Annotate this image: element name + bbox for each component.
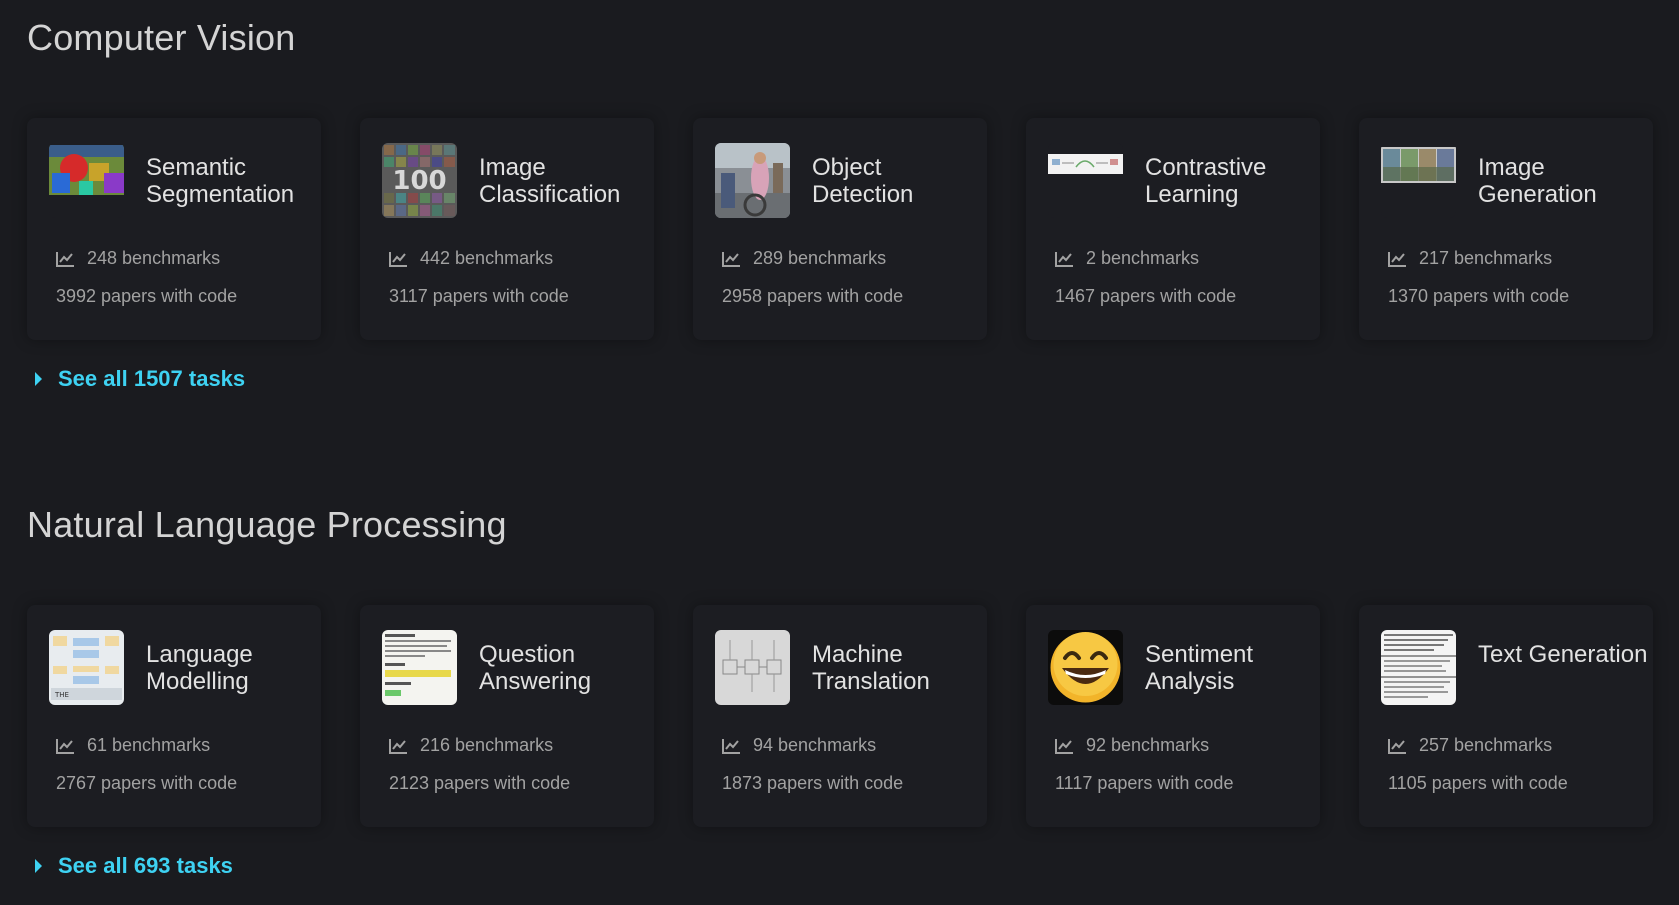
line-chart-icon xyxy=(389,738,407,754)
see-all-label[interactable]: See all 1507 tasks xyxy=(58,366,245,392)
papers-count: 2123 papers with code xyxy=(389,773,571,793)
task-thumbnail xyxy=(382,630,457,705)
task-thumbnail xyxy=(49,143,124,218)
papers-count: 2958 papers with code xyxy=(722,286,904,306)
task-title[interactable]: Object Detection xyxy=(812,154,982,208)
task-title[interactable]: Machine Translation xyxy=(812,641,982,695)
line-chart-icon xyxy=(56,738,74,754)
papers-count: 1467 papers with code xyxy=(1055,286,1237,306)
see-all-tasks-link[interactable]: See all 1507 tasks xyxy=(35,366,245,392)
line-chart-icon xyxy=(56,251,74,267)
line-chart-icon xyxy=(1388,738,1406,754)
line-chart-icon xyxy=(1388,251,1406,267)
task-title[interactable]: Sentiment Analysis xyxy=(1145,641,1315,695)
task-card-semantic-segmentation[interactable]: Semantic Segmentation 248 benchmarks 399… xyxy=(27,118,321,340)
task-title[interactable]: Question Answering xyxy=(479,641,649,695)
task-thumbnail xyxy=(1381,630,1456,705)
caret-right-icon xyxy=(35,372,42,386)
benchmarks-stat: 289 benchmarks xyxy=(722,248,886,269)
task-card-language-modelling[interactable]: THE Language Modelling 61 benchmarks 276… xyxy=(27,605,321,827)
line-chart-icon xyxy=(389,251,407,267)
benchmarks-count: 216 benchmarks xyxy=(420,735,554,755)
task-thumbnail: THE xyxy=(49,630,124,705)
line-chart-icon xyxy=(1055,738,1073,754)
benchmarks-stat: 442 benchmarks xyxy=(389,248,553,269)
benchmarks-count: 92 benchmarks xyxy=(1086,735,1210,755)
task-thumbnail xyxy=(1048,143,1123,218)
benchmarks-stat: 248 benchmarks xyxy=(56,248,220,269)
task-title[interactable]: Semantic Segmentation xyxy=(146,154,316,208)
line-chart-icon xyxy=(1055,251,1073,267)
benchmarks-stat: 216 benchmarks xyxy=(389,735,553,756)
task-card-text-generation[interactable]: Text Generation 257 benchmarks 1105 pape… xyxy=(1359,605,1653,827)
papers-count: 1873 papers with code xyxy=(722,773,904,793)
see-all-label[interactable]: See all 693 tasks xyxy=(58,853,233,879)
task-title[interactable]: Contrastive Learning xyxy=(1145,154,1315,208)
benchmarks-stat: 94 benchmarks xyxy=(722,735,876,756)
benchmarks-stat: 257 benchmarks xyxy=(1388,735,1552,756)
section-title: Computer Vision xyxy=(27,17,296,58)
task-thumbnail xyxy=(1381,143,1456,218)
task-cards: Semantic Segmentation 248 benchmarks 399… xyxy=(27,118,1653,340)
papers-count: 3117 papers with code xyxy=(389,286,569,306)
benchmarks-stat: 61 benchmarks xyxy=(56,735,210,756)
section-title: Natural Language Processing xyxy=(27,504,507,545)
svg-text:THE: THE xyxy=(54,691,69,699)
line-chart-icon xyxy=(722,738,740,754)
task-thumbnail xyxy=(715,630,790,705)
tasks-page: Computer Vision Semantic Segmentation 24… xyxy=(0,0,1679,905)
svg-text:100: 100 xyxy=(392,166,446,196)
task-title[interactable]: Image Classification xyxy=(479,154,649,208)
papers-count: 2767 papers with code xyxy=(56,773,238,793)
benchmarks-count: 442 benchmarks xyxy=(420,248,554,268)
task-title[interactable]: Language Modelling xyxy=(146,641,316,695)
papers-count: 1370 papers with code xyxy=(1388,286,1570,306)
benchmarks-count: 248 benchmarks xyxy=(87,248,221,268)
benchmarks-count: 257 benchmarks xyxy=(1419,735,1553,755)
task-title[interactable]: Image Generation xyxy=(1478,154,1648,208)
benchmarks-stat: 217 benchmarks xyxy=(1388,248,1552,269)
benchmarks-count: 94 benchmarks xyxy=(753,735,877,755)
task-thumbnail: 100 xyxy=(382,143,457,218)
caret-right-icon xyxy=(35,859,42,873)
benchmarks-count: 217 benchmarks xyxy=(1419,248,1553,268)
task-cards: THE Language Modelling 61 benchmarks 276… xyxy=(27,605,1653,827)
task-card-question-answering[interactable]: Question Answering 216 benchmarks 2123 p… xyxy=(360,605,654,827)
see-all-tasks-link[interactable]: See all 693 tasks xyxy=(35,853,233,879)
benchmarks-count: 2 benchmarks xyxy=(1086,248,1200,268)
task-card-contrastive-learning[interactable]: Contrastive Learning 2 benchmarks 1467 p… xyxy=(1026,118,1320,340)
papers-count: 1117 papers with code xyxy=(1055,773,1234,793)
task-card-machine-translation[interactable]: Machine Translation 94 benchmarks 1873 p… xyxy=(693,605,987,827)
benchmarks-stat: 92 benchmarks xyxy=(1055,735,1209,756)
task-thumbnail xyxy=(715,143,790,218)
papers-count: 1105 papers with code xyxy=(1388,773,1568,793)
benchmarks-count: 61 benchmarks xyxy=(87,735,211,755)
task-card-image-generation[interactable]: Image Generation 217 benchmarks 1370 pap… xyxy=(1359,118,1653,340)
task-card-image-classification[interactable]: 100 Image Classification 442 benchmarks … xyxy=(360,118,654,340)
task-card-sentiment-analysis[interactable]: Sentiment Analysis 92 benchmarks 1117 pa… xyxy=(1026,605,1320,827)
task-title[interactable]: Text Generation xyxy=(1478,641,1648,668)
benchmarks-count: 289 benchmarks xyxy=(753,248,887,268)
line-chart-icon xyxy=(722,251,740,267)
task-thumbnail xyxy=(1048,630,1123,705)
task-card-object-detection[interactable]: Object Detection 289 benchmarks 2958 pap… xyxy=(693,118,987,340)
papers-count: 3992 papers with code xyxy=(56,286,238,306)
benchmarks-stat: 2 benchmarks xyxy=(1055,248,1199,269)
